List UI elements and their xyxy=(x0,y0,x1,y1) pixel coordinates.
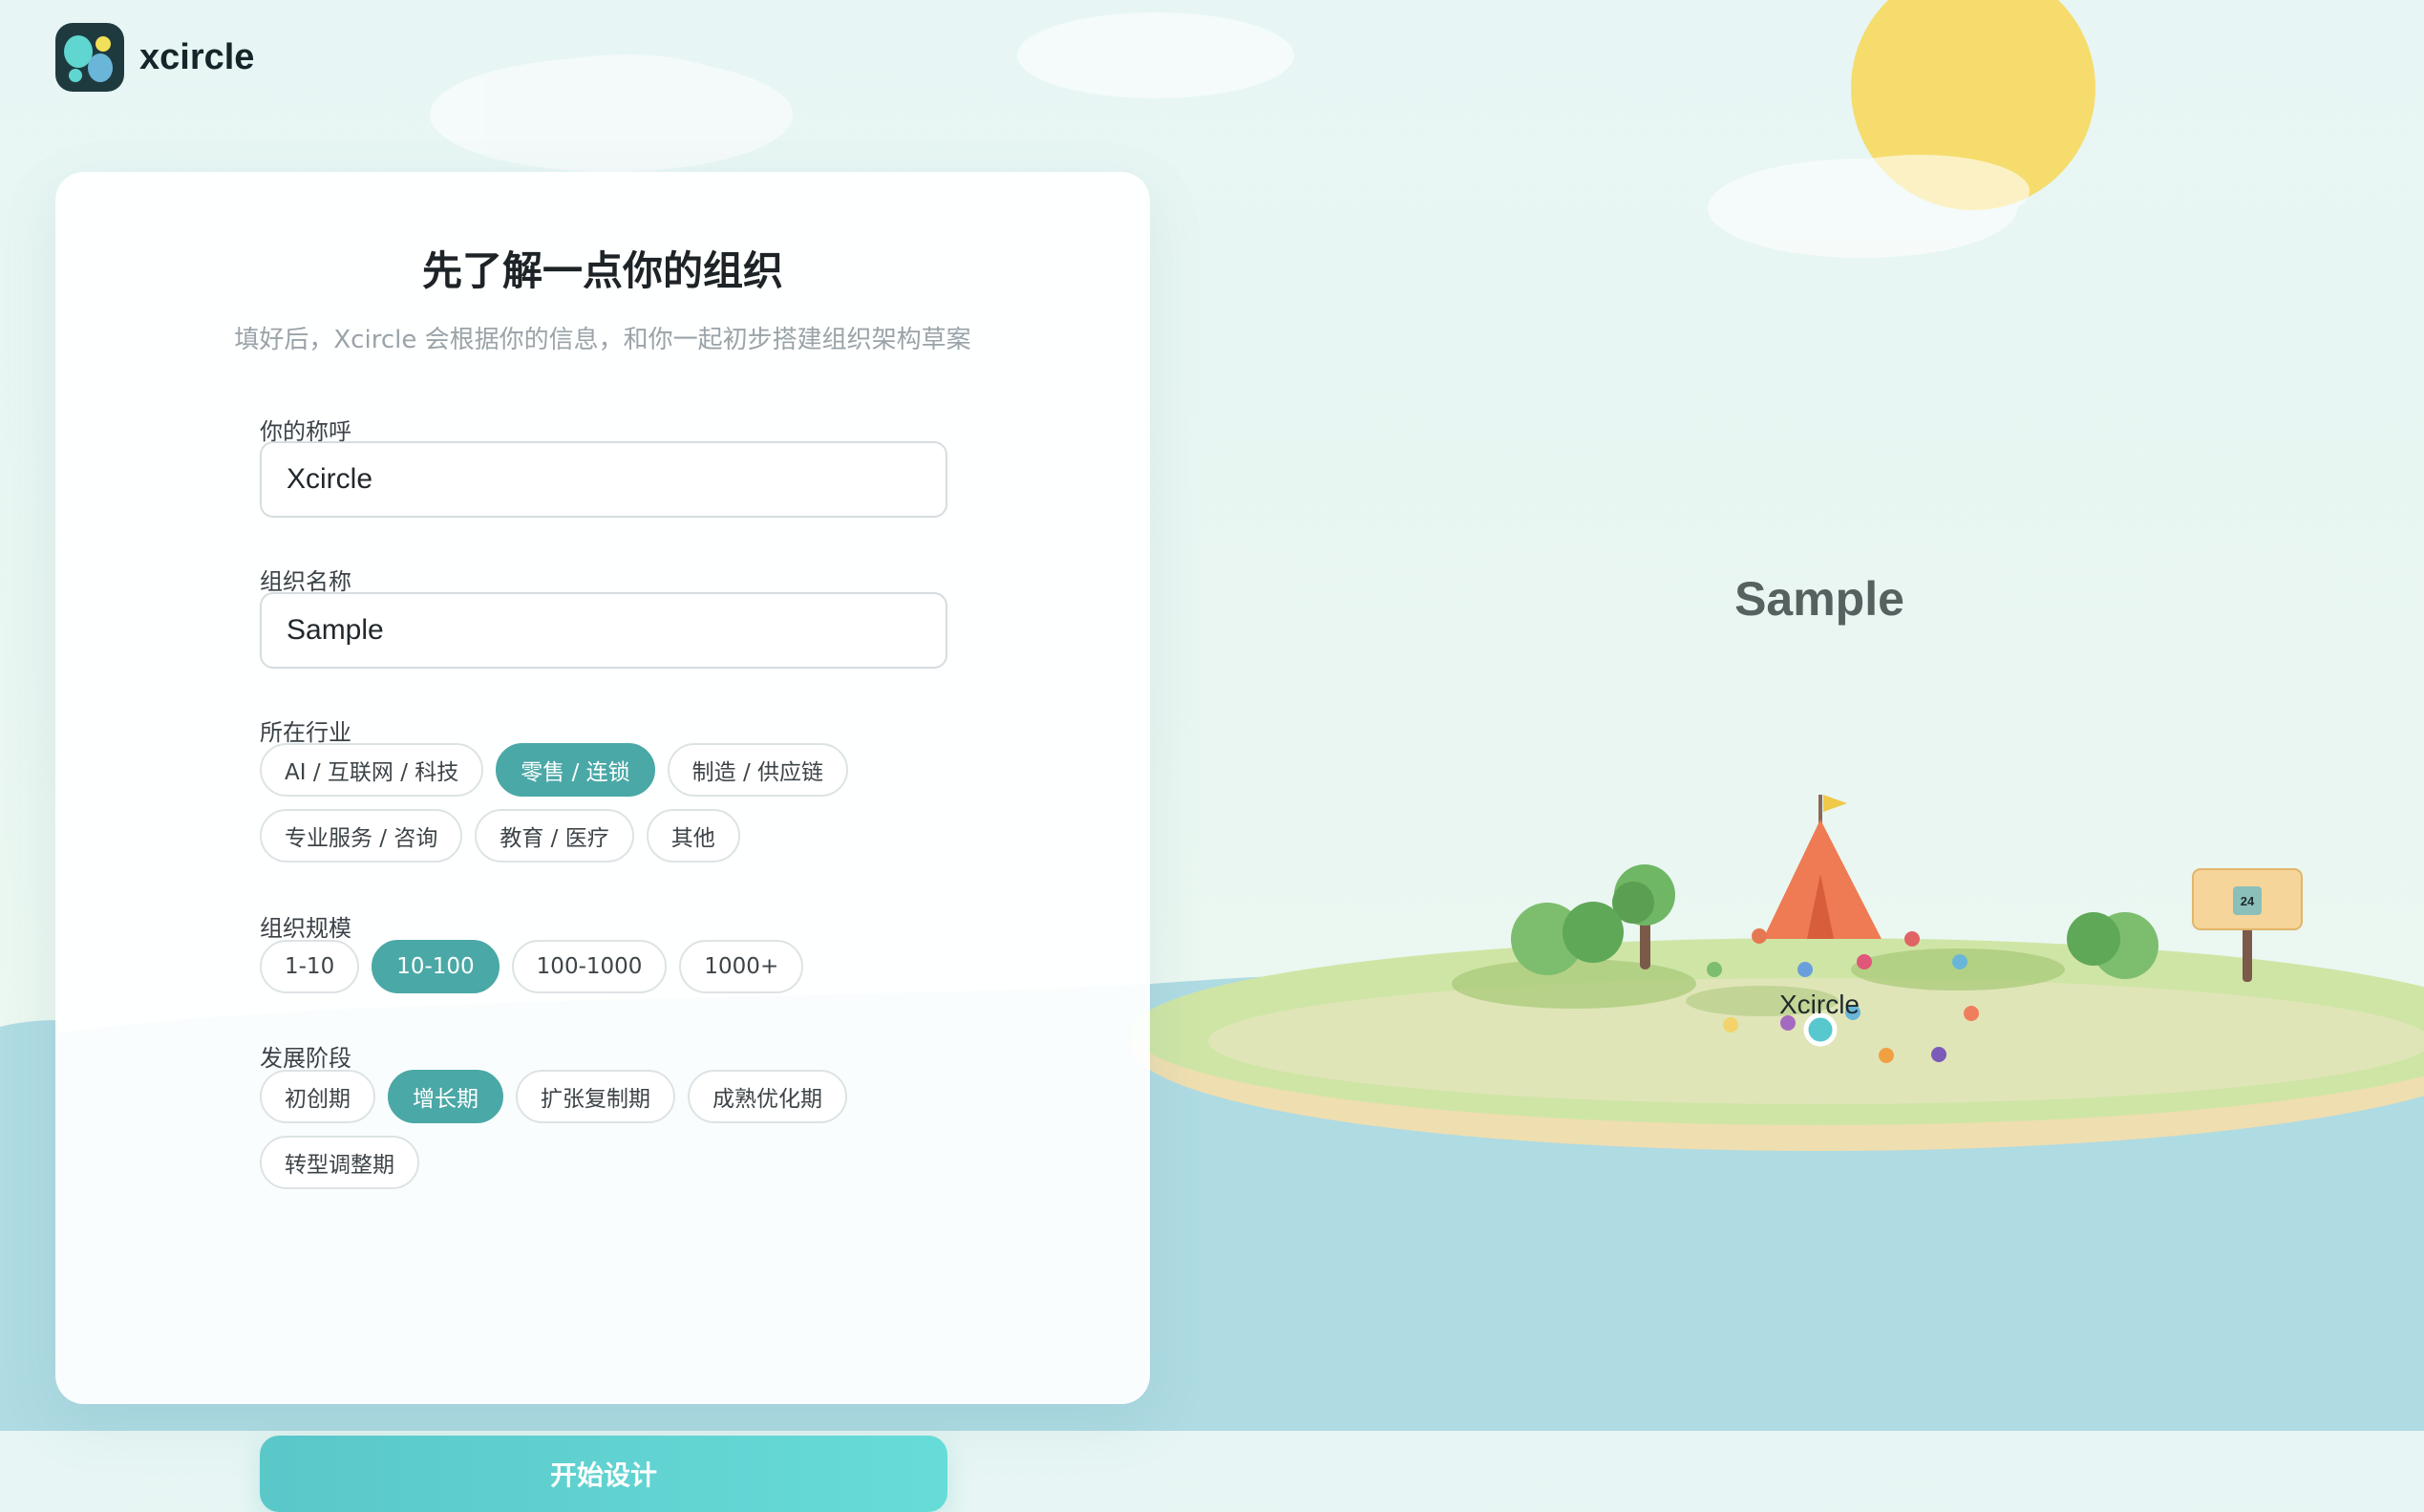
stage-chip-transformation[interactable]: 转型调整期 xyxy=(260,1136,419,1189)
brand-logo[interactable]: xcircle xyxy=(55,23,254,92)
stage-label: 发展阶段 xyxy=(260,1045,351,1072)
industry-chip-consulting[interactable]: 专业服务 / 咨询 xyxy=(260,809,463,862)
org-name-label: 组织名称 xyxy=(260,568,351,595)
org-name-input[interactable] xyxy=(260,592,947,669)
industry-chip-education[interactable]: 教育 / 医疗 xyxy=(475,809,634,862)
brand-name: xcircle xyxy=(139,36,255,77)
size-label: 组织规模 xyxy=(260,915,351,942)
tent xyxy=(1763,795,1882,939)
page-subtitle: 填好后，Xcircle 会根据你的信息，和你一起初步搭建组织架构草案 xyxy=(234,326,971,354)
stage-chip-startup[interactable]: 初创期 xyxy=(260,1070,375,1123)
cloud xyxy=(430,12,1294,172)
name-input[interactable] xyxy=(260,441,947,518)
grass-patch xyxy=(1452,959,1696,1009)
stage-chip-mature[interactable]: 成熟优化期 xyxy=(688,1070,847,1123)
industry-chip-manufacturing[interactable]: 制造 / 供应链 xyxy=(667,743,849,797)
industry-chip-retail[interactable]: 零售 / 连锁 xyxy=(496,743,655,797)
industry-chip-tech[interactable]: AI / 互联网 / 科技 xyxy=(260,743,484,797)
size-chip-1000-plus[interactable]: 1000+ xyxy=(679,940,804,993)
size-options: 1-10 10-100 100-1000 1000+ xyxy=(260,940,967,993)
industry-chip-other[interactable]: 其他 xyxy=(646,809,740,862)
sea-left-wave xyxy=(0,1020,57,1431)
sign-text: 24 xyxy=(2241,894,2255,908)
stage-options: 初创期 增长期 扩张复制期 成熟优化期 转型调整期 xyxy=(260,1070,967,1189)
stage-chip-expansion[interactable]: 扩张复制期 xyxy=(516,1070,675,1123)
size-chip-100-1000[interactable]: 100-1000 xyxy=(511,940,668,993)
size-chip-1-10[interactable]: 1-10 xyxy=(260,940,360,993)
cloud xyxy=(1708,155,2030,258)
stage-chip-growth[interactable]: 增长期 xyxy=(388,1070,503,1123)
industry-options: AI / 互联网 / 科技 零售 / 连锁 制造 / 供应链 专业服务 / 咨询… xyxy=(260,743,967,862)
start-design-button[interactable]: 开始设计 xyxy=(260,1436,947,1512)
preview-user-label: Xcircle xyxy=(1778,990,1860,1019)
preview-org-title: Sample xyxy=(1734,572,1904,626)
industry-label: 所在行业 xyxy=(260,719,351,746)
org-setup-card: 先了解一点你的组织 填好后，Xcircle 会根据你的信息，和你一起初步搭建组织… xyxy=(55,172,1150,1512)
xcircle-logo-icon xyxy=(55,23,124,92)
page-title: 先了解一点你的组织 xyxy=(421,247,783,294)
size-chip-10-100[interactable]: 10-100 xyxy=(372,940,500,993)
